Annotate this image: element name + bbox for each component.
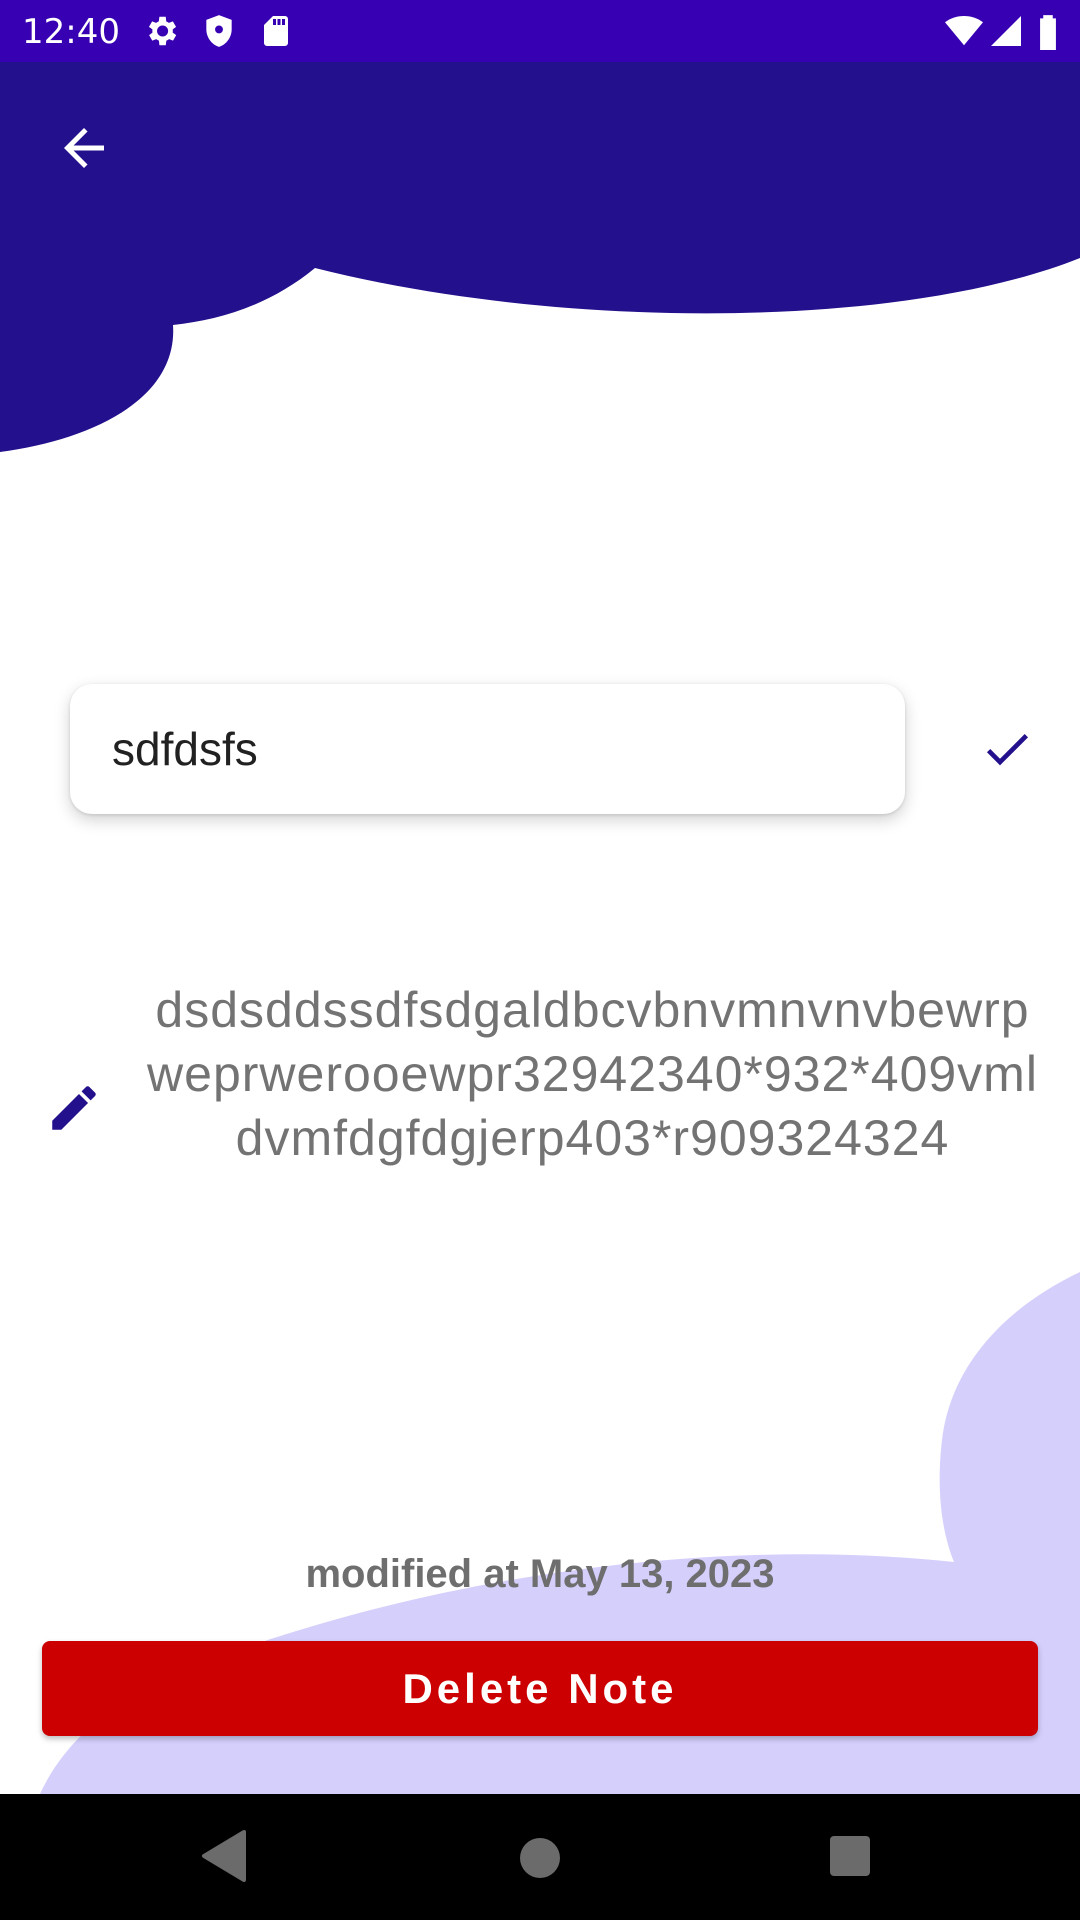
check-icon xyxy=(986,734,1028,766)
back-triangle-icon[interactable] xyxy=(200,1824,248,1893)
note-body[interactable]: dsdsddssdfsdgaldbcvbnvmnvnvbewrpweprwero… xyxy=(145,978,1040,1170)
title-input[interactable] xyxy=(112,684,872,814)
edit-button[interactable] xyxy=(40,1074,108,1142)
delete-note-button[interactable]: Delete Note xyxy=(42,1641,1038,1736)
battery-icon xyxy=(1036,12,1060,55)
home-circle-icon[interactable] xyxy=(516,1834,564,1887)
status-bar: 12:40 xyxy=(0,0,1080,62)
navigation-bar xyxy=(0,1794,1080,1920)
arrow-back-icon xyxy=(64,128,104,168)
signal-icon xyxy=(988,12,1024,55)
modified-date: modified at May 13, 2023 xyxy=(305,1552,775,1596)
back-button[interactable] xyxy=(44,108,124,188)
settings-icon xyxy=(142,12,180,55)
pencil-icon xyxy=(52,1086,96,1130)
confirm-button[interactable] xyxy=(972,718,1042,780)
status-time: 12:40 xyxy=(22,12,120,52)
background-blobs xyxy=(0,62,1080,1794)
title-card xyxy=(70,684,905,814)
sd-card-icon xyxy=(258,12,294,55)
recents-square-icon[interactable] xyxy=(826,1832,874,1885)
shield-icon xyxy=(200,12,238,55)
header-blob xyxy=(0,62,1080,452)
wifi-icon xyxy=(944,12,984,55)
